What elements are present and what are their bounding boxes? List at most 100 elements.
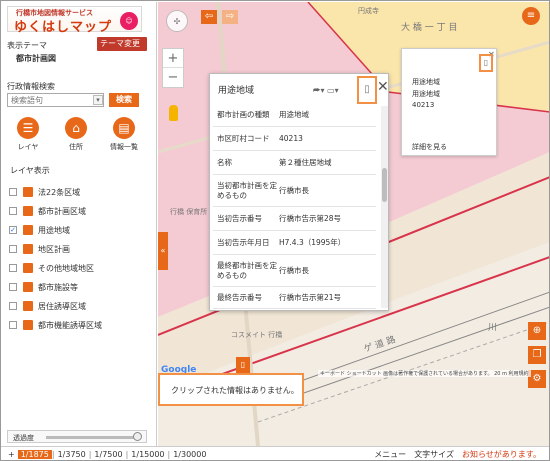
compass-icon[interactable]: ✣ xyxy=(166,10,188,32)
map-attribution[interactable]: キーボード ショートカット 画像は著作権で保護されている場合があります。 20 … xyxy=(318,370,531,377)
nav-info-list-label[interactable]: 情報一覧 xyxy=(104,142,144,152)
scrollbar-thumb[interactable] xyxy=(382,168,387,202)
opacity-slider[interactable] xyxy=(46,436,136,439)
mini-line-1: 用途地域 xyxy=(412,78,440,86)
forward-arrow-icon[interactable]: ⇨ xyxy=(222,10,238,24)
close-icon[interactable]: ✕ xyxy=(377,79,389,95)
scale-option[interactable]: 1/30000 xyxy=(170,450,209,459)
scale-prev[interactable]: + xyxy=(5,450,18,459)
row-key: 当初都市計画を定めるもの xyxy=(217,180,277,200)
brand-logo[interactable]: 行橋市地図情報サービス ゆくはしマップ ☺ xyxy=(7,6,142,35)
scale-option[interactable]: 1/15000 xyxy=(128,450,167,459)
list-icon[interactable]: ☰ xyxy=(17,117,39,139)
scale-bar: + 1/1875 | 1/3750 | 1/7500 | 1/15000 | 1… xyxy=(1,446,549,460)
layer-item[interactable]: ✓ 用途地域 xyxy=(9,223,70,237)
map-canvas[interactable]: 円成寺 大 橋 一 丁 目 行橋 保育所 コスメイト 行橋 ゲ 道 路 川 ✣ … xyxy=(158,2,549,446)
layer-item[interactable]: 居住誘導区域 xyxy=(9,299,86,313)
info-popup: 用途地域 ⮫▾ ▭▾ ▯ ✕ 都市計画の種類 用途地域 市区町村コード 4021… xyxy=(209,73,389,311)
menu-icon[interactable]: ≡ xyxy=(522,7,540,25)
row-value: 行橋市告示第21号 xyxy=(279,293,342,302)
table-row: 当初都市計画を定めるもの 行橋市長 xyxy=(213,175,376,207)
search-button[interactable]: 検索 xyxy=(109,93,139,107)
layer-item[interactable]: 地区計画 xyxy=(9,242,70,256)
menu-link[interactable]: メニュー xyxy=(374,449,406,460)
popup-table: 都市計画の種類 用途地域 市区町村コード 40213 名称 第２種住居地域 当初… xyxy=(213,103,376,309)
locate-icon[interactable]: ⊕ xyxy=(528,322,546,340)
feature-mini-popup: ✕ ▯ 用途地域 用途地域 40213 詳細を見る xyxy=(401,48,497,156)
sidebar-collapse-tab[interactable]: « xyxy=(158,232,168,270)
layer-item[interactable]: 都市施設等 xyxy=(9,280,78,294)
opacity-control: 透過度 xyxy=(7,430,147,443)
row-key: 当初告示年月日 xyxy=(217,237,270,247)
layer-checkbox[interactable] xyxy=(9,321,17,329)
layer-label: 都市施設等 xyxy=(38,282,78,292)
notice-link[interactable]: お知らせがあります。 xyxy=(462,449,541,460)
clip-panel-handle[interactable]: ▯ xyxy=(236,357,250,373)
row-key: 名称 xyxy=(217,157,232,167)
mascot-icon: ☺ xyxy=(120,12,138,30)
scale-option[interactable]: 1/7500 xyxy=(91,450,125,459)
row-key: 市区町村コード xyxy=(217,133,270,143)
zoom-in-button[interactable]: + xyxy=(163,49,183,68)
table-row: 最終告示番号 行橋市告示第21号 xyxy=(213,287,376,309)
font-size-link[interactable]: 文字サイズ xyxy=(414,449,454,460)
row-key: 当初告示番号 xyxy=(217,213,262,223)
opacity-slider-handle[interactable] xyxy=(133,432,142,441)
row-key: 都市計画の種類 xyxy=(217,109,270,119)
layer-item[interactable]: 都市機能誘導区域 xyxy=(9,318,102,332)
map-label-area: 大 橋 一 丁 目 xyxy=(401,23,458,33)
layer-label: 用途地域 xyxy=(38,225,70,235)
table-row: 当初告示年月日 H7.4.3（1995年） xyxy=(213,231,376,255)
layer-item[interactable]: 法22条区域 xyxy=(9,185,80,199)
layer-checkbox[interactable] xyxy=(9,207,17,215)
mini-line-3: 40213 xyxy=(412,101,435,109)
table-row: 最終都市計画を定めるもの 行橋市長 xyxy=(213,255,376,287)
row-value: H7.4.3（1995年） xyxy=(279,238,346,247)
nav-layers-label[interactable]: レイヤ xyxy=(8,142,48,152)
theme-change-button[interactable]: テーマ変更 ▶ xyxy=(97,37,147,62)
clip-panel: クリップされた情報はありません。 xyxy=(158,373,304,406)
back-arrow-icon[interactable]: ⇦ xyxy=(201,10,217,24)
layer-label: 居住誘導区域 xyxy=(38,301,86,311)
row-value: 用途地域 xyxy=(279,110,309,119)
layer-checkbox[interactable] xyxy=(9,188,17,196)
table-icon[interactable]: ▤ xyxy=(113,117,135,139)
layer-checkbox-checked[interactable]: ✓ xyxy=(9,226,17,234)
row-value: 行橋市告示第28号 xyxy=(279,214,342,223)
scale-option[interactable]: 1/3750 xyxy=(55,450,89,459)
gear-icon[interactable]: ⚙ xyxy=(528,370,546,388)
theme-name: 都市計画図 xyxy=(16,54,56,63)
details-link[interactable]: 詳細を見る xyxy=(412,142,447,152)
chevron-down-icon[interactable]: ▾ xyxy=(93,95,103,105)
popup-toolbar[interactable]: ⮫▾ ▭▾ xyxy=(313,86,339,96)
zoom-out-button[interactable]: − xyxy=(163,68,183,87)
clip-icon[interactable]: ▯ xyxy=(479,54,493,72)
bottom-links: メニュー 文字サイズ お知らせがあります。 xyxy=(366,449,541,460)
layer-checkbox[interactable] xyxy=(9,264,17,272)
layer-item[interactable]: 都市計画区域 xyxy=(9,204,86,218)
streetview-pegman-icon[interactable] xyxy=(169,105,178,121)
row-value: 行橋市長 xyxy=(279,266,309,275)
table-row: 当初告示番号 行橋市告示第28号 xyxy=(213,207,376,231)
layer-checkbox[interactable] xyxy=(9,302,17,310)
zoom-control: + − xyxy=(162,48,184,88)
row-value: 行橋市長 xyxy=(279,186,309,195)
popup-scrollbar[interactable] xyxy=(381,106,388,308)
sidebar: 行橋市地図情報サービス ゆくはしマップ ☺ 表示テーマ テーマ変更 ▶ 都市計画… xyxy=(2,2,157,446)
row-key: 最終告示番号 xyxy=(217,292,262,302)
search-input[interactable] xyxy=(7,93,104,107)
nav-address-label[interactable]: 住所 xyxy=(56,142,96,152)
layer-legend-icon xyxy=(23,206,33,216)
clip-icon[interactable]: ▯ xyxy=(357,76,377,104)
layer-legend-icon xyxy=(23,320,33,330)
layer-legend-icon xyxy=(23,263,33,273)
scale-option[interactable]: 1/1875 xyxy=(17,449,52,459)
layer-item[interactable]: その他地域地区 xyxy=(9,261,94,275)
layer-legend-icon xyxy=(23,187,33,197)
layers-copy-icon[interactable]: ❐ xyxy=(528,346,546,364)
home-icon[interactable]: ⌂ xyxy=(65,117,87,139)
layer-checkbox[interactable] xyxy=(9,283,17,291)
layer-legend-icon xyxy=(23,244,33,254)
layers-heading: レイヤ表示 xyxy=(10,166,50,175)
layer-checkbox[interactable] xyxy=(9,245,17,253)
